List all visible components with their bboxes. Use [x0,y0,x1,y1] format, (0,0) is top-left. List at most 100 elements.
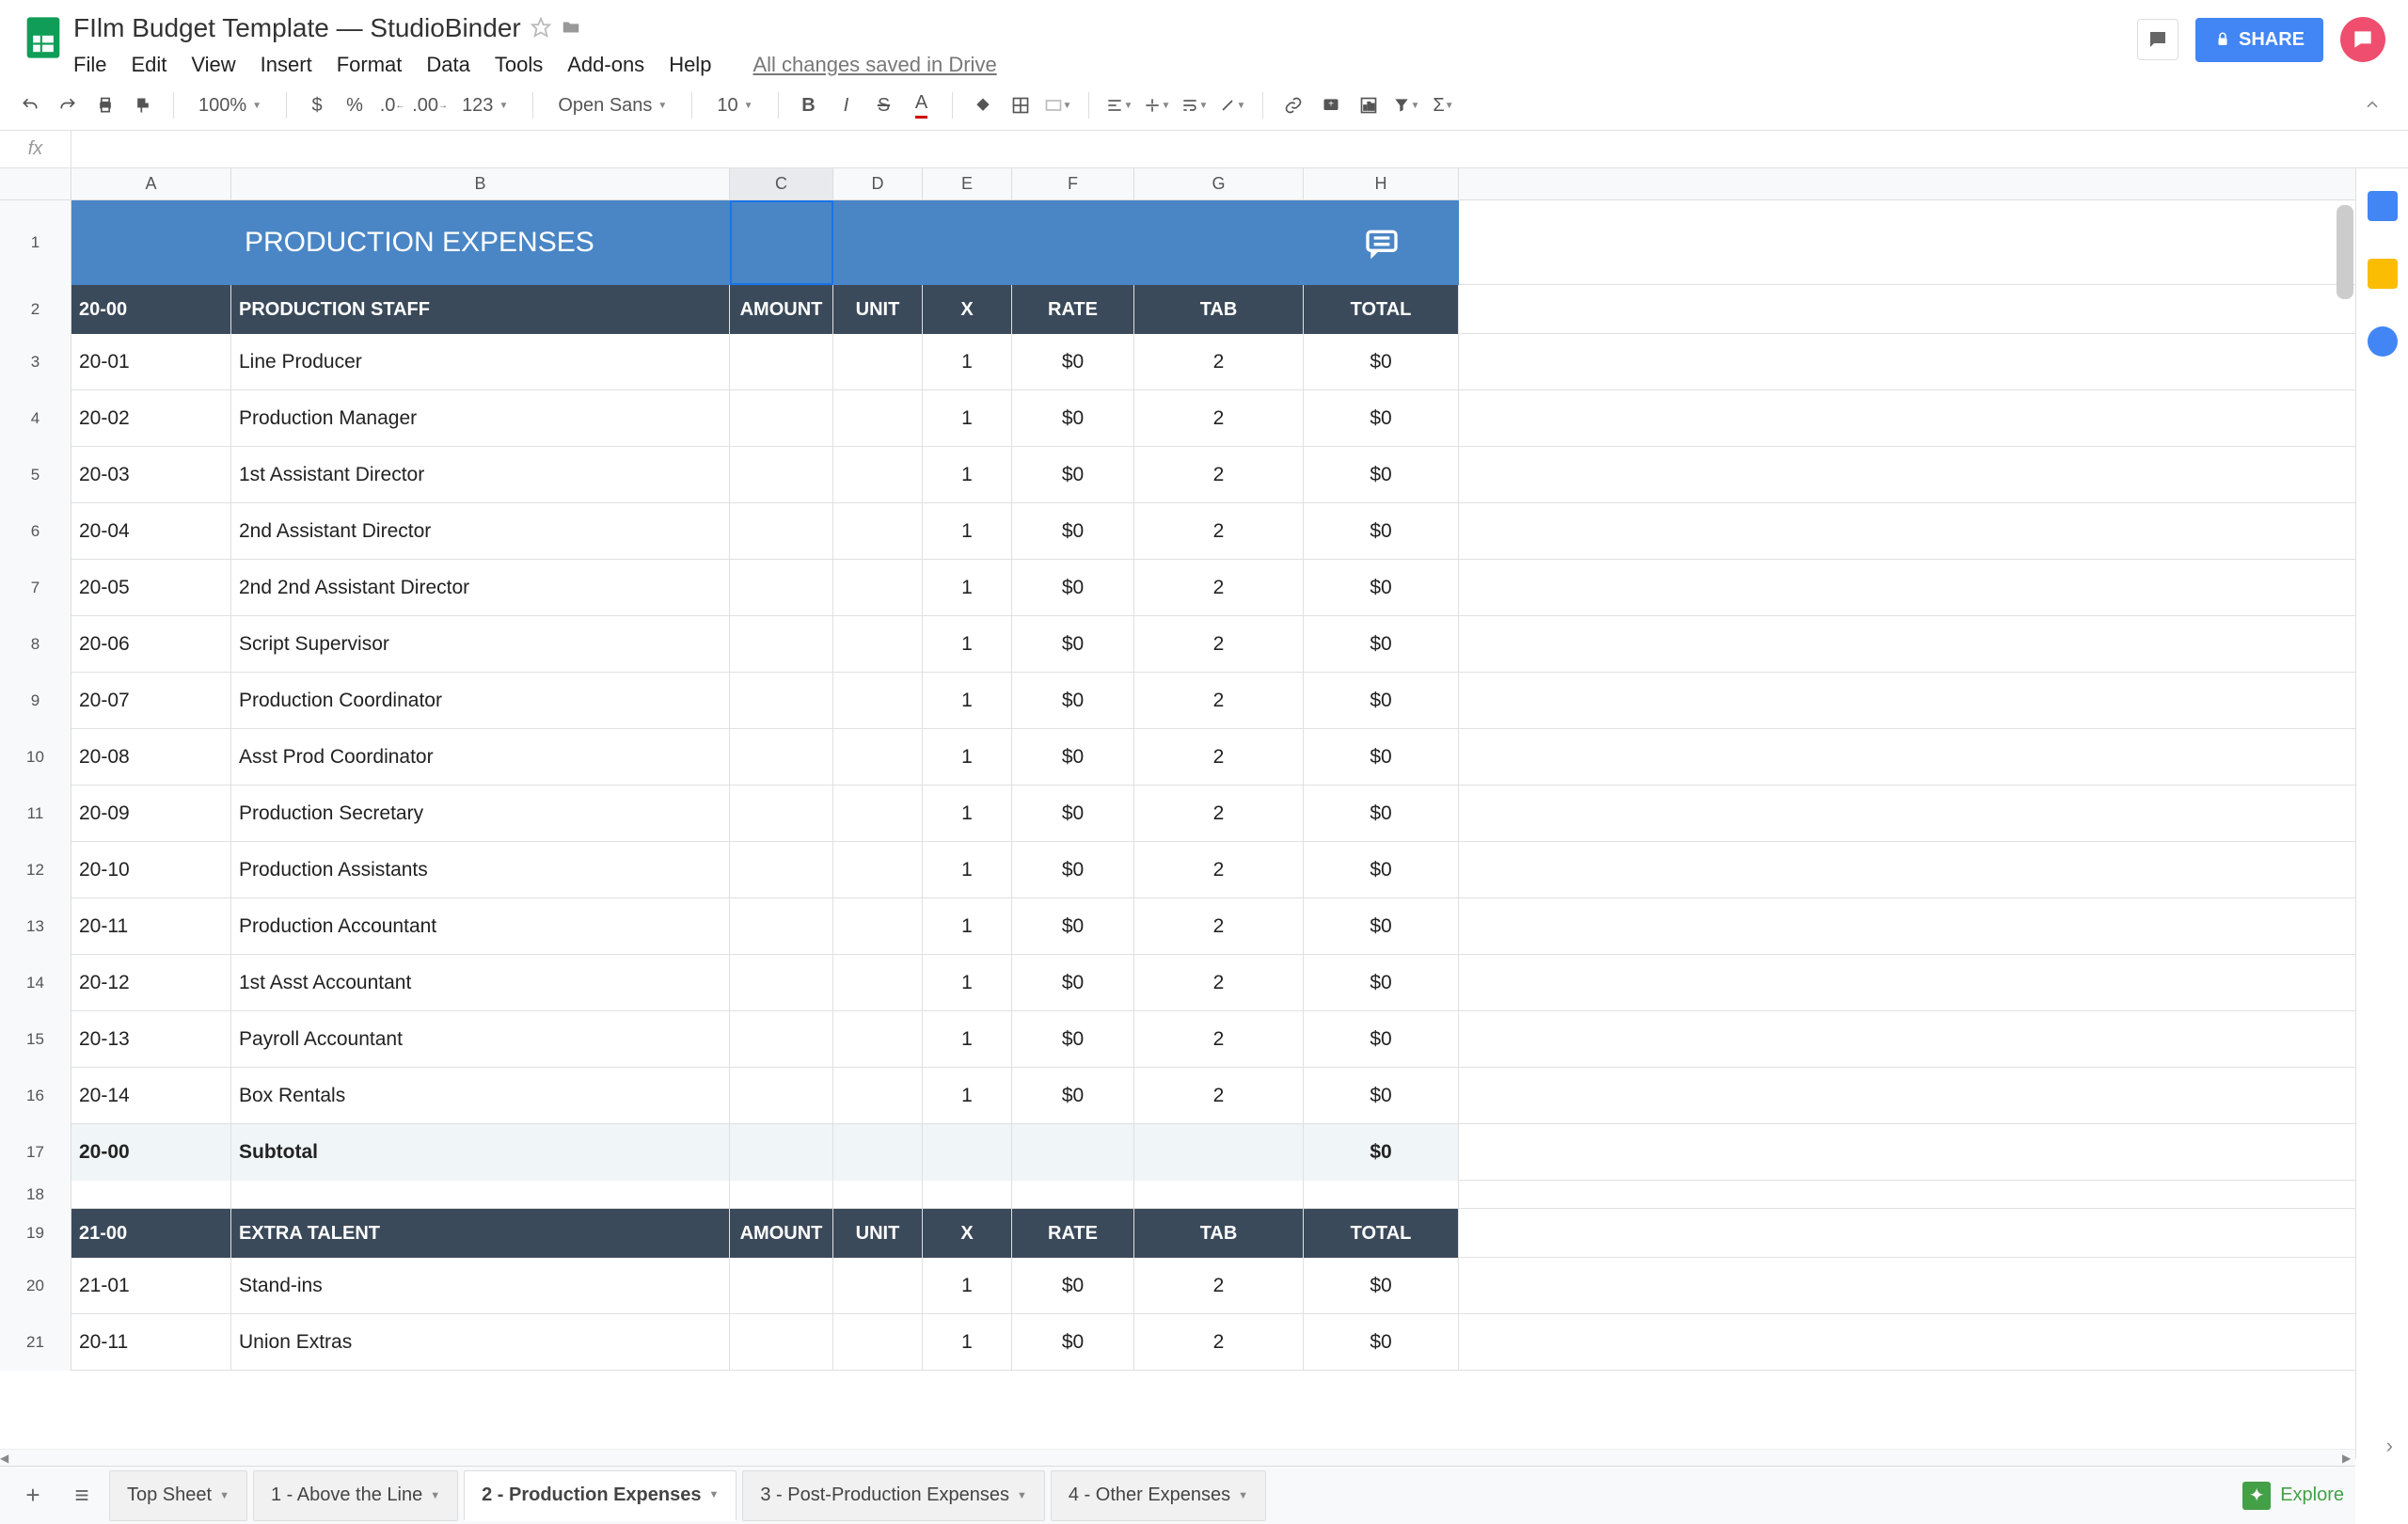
cell[interactable] [833,729,923,786]
row-header[interactable]: 20 [0,1258,71,1314]
menu-insert[interactable]: Insert [261,53,312,77]
document-title[interactable]: FIlm Budget Template — StudioBinder [73,13,521,43]
row-header[interactable]: 12 [0,842,71,898]
cell[interactable] [833,1124,923,1181]
cell[interactable]: AMOUNT [730,1209,833,1258]
cell[interactable]: $0 [1012,447,1134,503]
calendar-icon[interactable] [2368,191,2398,221]
row-header[interactable]: 13 [0,898,71,955]
cell[interactable]: TAB [1134,1209,1304,1258]
row-header[interactable]: 10 [0,729,71,786]
cell[interactable]: 1 [923,1068,1012,1124]
cell[interactable] [730,1068,833,1124]
filter-button[interactable]: ▼ [1389,88,1423,122]
column-header-A[interactable]: A [71,168,231,199]
comment-button[interactable]: + [1314,88,1348,122]
number-format-dropdown[interactable]: 123▼ [451,95,519,117]
cell[interactable] [833,390,923,447]
cell[interactable]: 20-11 [71,1314,231,1371]
bold-button[interactable]: B [792,88,826,122]
cell[interactable]: 1 [923,955,1012,1011]
row-header[interactable]: 5 [0,447,71,503]
spreadsheet-grid[interactable]: ABCDEFGH 1PRODUCTION EXPENSES220-00PRODU… [0,168,2355,1459]
cell[interactable]: 1 [923,1314,1012,1371]
cell[interactable] [1012,1181,1134,1209]
cell[interactable]: 2 [1134,955,1304,1011]
row-header[interactable]: 17 [0,1124,71,1181]
cell[interactable]: PRODUCTION EXPENSES [231,200,730,285]
row-header[interactable]: 6 [0,503,71,560]
cell[interactable] [833,503,923,560]
cell[interactable]: 1 [923,616,1012,673]
star-icon[interactable] [531,17,551,40]
cell[interactable]: Stand-ins [231,1258,730,1314]
cell[interactable] [730,1314,833,1371]
row-header[interactable]: 16 [0,1068,71,1124]
borders-button[interactable] [1004,88,1038,122]
cell[interactable]: AMOUNT [730,285,833,334]
cell[interactable] [730,729,833,786]
cell[interactable]: 1 [923,503,1012,560]
sheet-tab[interactable]: 3 - Post-Production Expenses▼ [742,1470,1044,1521]
cell[interactable] [1134,1124,1304,1181]
currency-button[interactable]: $ [300,88,334,122]
menu-addons[interactable]: Add-ons [567,53,644,77]
cell[interactable]: 1 [923,842,1012,898]
cell[interactable]: 1st Assistant Director [231,447,730,503]
row-header[interactable]: 1 [0,200,71,285]
cell[interactable]: 20-00 [71,285,231,334]
cell[interactable]: 20-00 [71,1124,231,1181]
wrap-button[interactable]: ▼ [1178,88,1212,122]
cell[interactable]: $0 [1304,729,1459,786]
cell[interactable]: 20-07 [71,673,231,729]
cell[interactable] [833,1258,923,1314]
cell[interactable]: $0 [1012,1258,1134,1314]
functions-button[interactable]: Σ▼ [1427,88,1461,122]
cell[interactable]: $0 [1012,898,1134,955]
collapse-toolbar-button[interactable] [2355,88,2389,122]
sheet-tab[interactable]: 2 - Production Expenses▼ [464,1470,737,1521]
menu-tools[interactable]: Tools [495,53,543,77]
cell[interactable]: $0 [1304,1068,1459,1124]
row-header[interactable]: 21 [0,1314,71,1371]
strikethrough-button[interactable]: S [867,88,901,122]
cell[interactable] [71,1181,231,1209]
italic-button[interactable]: I [830,88,863,122]
cell[interactable]: Payroll Accountant [231,1011,730,1068]
sheet-tab[interactable]: Top Sheet▼ [109,1470,247,1521]
cell[interactable]: Box Rentals [231,1068,730,1124]
cell[interactable] [833,200,923,285]
increase-decimal-button[interactable]: .00→ [413,88,447,122]
cell[interactable] [1304,1181,1459,1209]
formula-input[interactable] [71,131,2408,167]
cell[interactable]: TAB [1134,285,1304,334]
cell[interactable] [833,955,923,1011]
link-button[interactable] [1276,88,1310,122]
cell[interactable]: 20-11 [71,898,231,955]
undo-button[interactable] [13,88,47,122]
merge-button[interactable]: ▼ [1041,88,1075,122]
cell[interactable]: $0 [1012,334,1134,390]
cell[interactable] [833,842,923,898]
vertical-scrollbar[interactable] [2337,205,2353,299]
cell[interactable]: 2 [1134,503,1304,560]
explore-button[interactable]: ✦ Explore [2242,1482,2344,1510]
horizontal-scrollbar[interactable]: ◀ ▶ [0,1449,2355,1466]
cell[interactable]: 2 [1134,447,1304,503]
cell[interactable]: $0 [1304,1314,1459,1371]
row-header[interactable]: 2 [0,285,71,334]
percent-button[interactable]: % [338,88,372,122]
row-header[interactable]: 19 [0,1209,71,1258]
cell[interactable]: 20-09 [71,786,231,842]
chat-bubble-icon[interactable] [2340,17,2385,62]
cell[interactable]: 1 [923,898,1012,955]
row-header[interactable]: 7 [0,560,71,616]
cell[interactable]: $0 [1012,616,1134,673]
cell[interactable]: 2 [1134,1068,1304,1124]
cell[interactable] [833,1181,923,1209]
cell[interactable]: X [923,285,1012,334]
cell[interactable]: $0 [1304,1258,1459,1314]
cell[interactable]: Subtotal [231,1124,730,1181]
cell[interactable]: X [923,1209,1012,1258]
cell[interactable] [730,955,833,1011]
